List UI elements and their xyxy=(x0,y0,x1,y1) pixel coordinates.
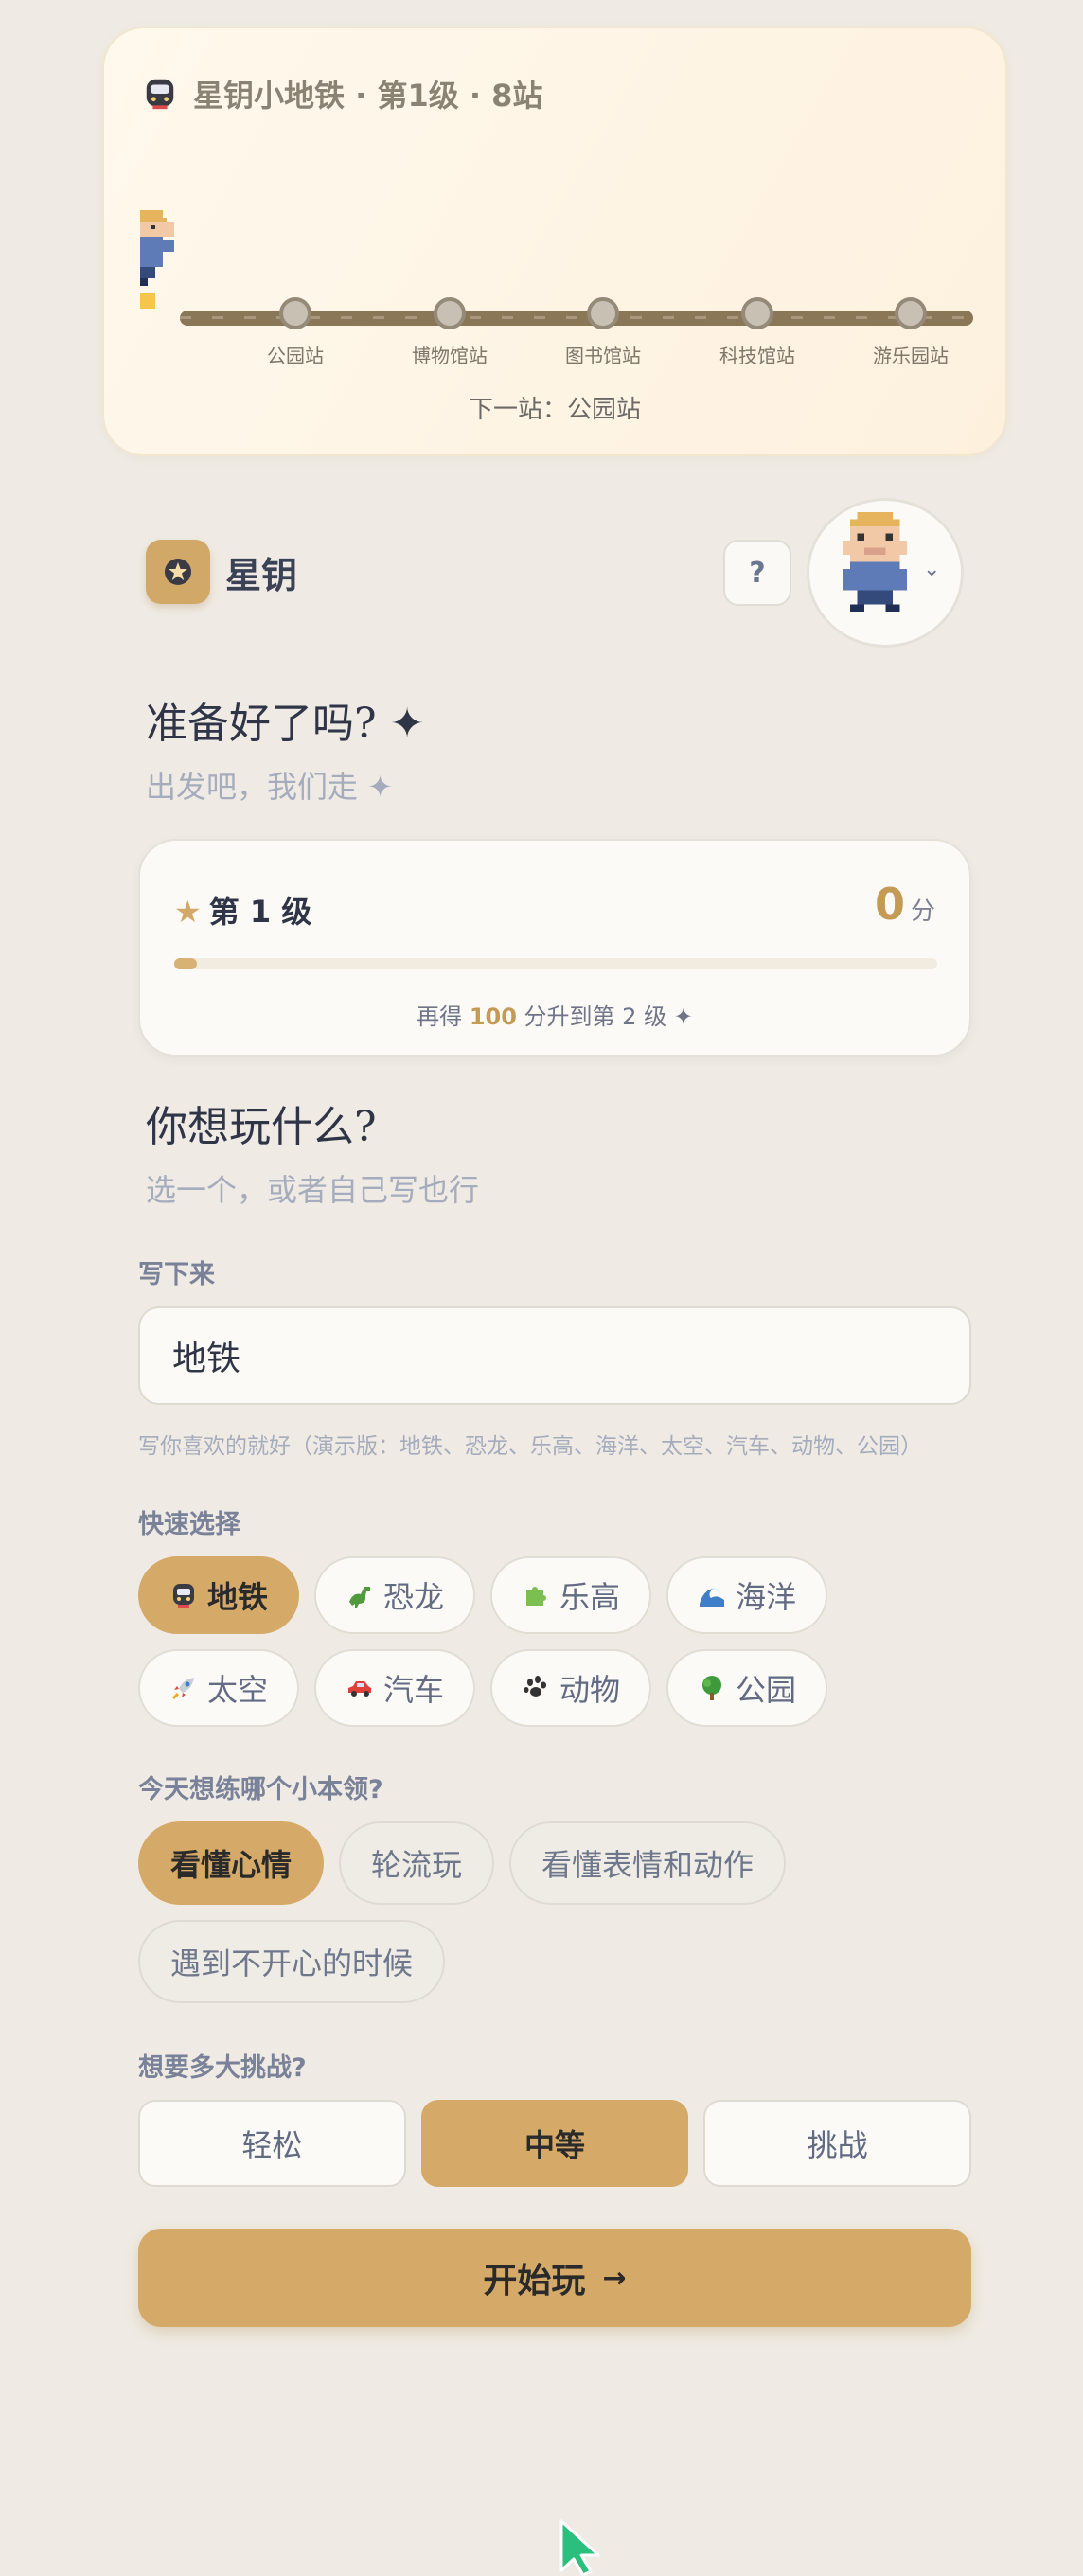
metro-progress-card: 星钥小地铁 · 第1级 · 8站 公园站 博物馆站 图书馆站 科技馆站 游乐园站… xyxy=(102,27,1007,456)
level-progress-bar xyxy=(174,958,937,969)
skills-label: 今天想练哪个小本领? xyxy=(138,1775,383,1804)
level-card: ★ 第 1 级 0分 再得 100 分升到第 2 级 ✦ xyxy=(138,839,971,1057)
puzzle-icon xyxy=(525,1587,546,1606)
topic-input[interactable] xyxy=(138,1306,971,1405)
station-label: 公园站 xyxy=(267,345,324,367)
app-page: 星钥小地铁 · 第1级 · 8站 公园站 博物馆站 图书馆站 科技馆站 游乐园站… xyxy=(0,0,1083,2576)
metro-icon xyxy=(172,1584,194,1608)
chip-label: 地铁 xyxy=(206,1579,268,1615)
paw-icon xyxy=(524,1676,546,1697)
play-subtitle: 选一个，或者自己写也行 xyxy=(146,1172,480,1208)
chip-label: 太空 xyxy=(206,1672,268,1708)
chip-label: 公园 xyxy=(735,1672,796,1708)
skill-take-turns[interactable]: 轮流玩 xyxy=(339,1821,495,1905)
score-value: 0 xyxy=(874,879,905,930)
avatar-menu-button[interactable]: ⌄ xyxy=(807,498,964,648)
difficulty-easy[interactable]: 轻松 xyxy=(138,2100,406,2187)
skill-options: 看懂心情 轮流玩 看懂表情和动作 遇到不开心的时候 xyxy=(138,1821,971,2003)
chip-car[interactable]: 汽车 xyxy=(314,1649,475,1727)
station-label: 游乐园站 xyxy=(873,345,949,367)
station-dot xyxy=(895,297,927,329)
level-text: 第 1 级 xyxy=(208,894,312,930)
station-label: 图书馆站 xyxy=(565,345,641,367)
chip-space[interactable]: 太空 xyxy=(138,1649,299,1727)
hint-prefix: 再得 xyxy=(417,1004,470,1030)
brand-logo xyxy=(146,540,210,604)
hint-suffix: 分升到第 2 级 ✦ xyxy=(516,1004,693,1030)
skill-handle-upset[interactable]: 遇到不开心的时候 xyxy=(138,1920,446,2003)
input-hint: 写你喜欢的就好（演示版：地铁、恐龙、乐高、海洋、太空、汽车、动物、公园） xyxy=(138,1434,922,1459)
arrow-right-icon: → xyxy=(602,2261,627,2295)
station-dot xyxy=(587,297,619,329)
topic-chip-grid: 地铁 恐龙 乐高 海洋 太空 汽车 动物 公园 xyxy=(138,1556,971,1727)
metro-header: 星钥小地铁 · 第1级 · 8站 xyxy=(142,72,542,115)
help-button[interactable]: ? xyxy=(723,540,791,606)
chip-label: 动物 xyxy=(559,1672,620,1708)
score: 0分 xyxy=(875,879,935,930)
rocket-icon xyxy=(171,1678,194,1700)
play-title: 你想玩什么? xyxy=(146,1103,377,1151)
tree-icon xyxy=(701,1676,721,1700)
hint-points: 100 xyxy=(469,1004,517,1030)
metro-icon xyxy=(146,79,174,110)
next-station-text: 下一站：公园站 xyxy=(468,396,641,424)
level-hint: 再得 100 分升到第 2 级 ✦ xyxy=(140,998,969,1031)
quick-select-label: 快速选择 xyxy=(138,1510,240,1539)
station-dot xyxy=(741,297,773,329)
ready-title: 准备好了吗? ✦ xyxy=(146,700,425,748)
difficulty-hard[interactable]: 挑战 xyxy=(703,2100,972,2187)
brand: 星钥 xyxy=(146,540,297,604)
skill-read-expressions[interactable]: 看懂表情和动作 xyxy=(509,1821,787,1905)
metro-track: 公园站 博物馆站 图书馆站 科技馆站 游乐园站 xyxy=(140,180,973,369)
start-label: 开始玩 xyxy=(483,2262,586,2301)
chip-animals[interactable]: 动物 xyxy=(490,1649,651,1727)
chip-dinosaur[interactable]: 恐龙 xyxy=(314,1556,475,1634)
avatar xyxy=(843,512,907,612)
chip-lego[interactable]: 乐高 xyxy=(490,1556,651,1634)
start-button[interactable]: 开始玩 → xyxy=(138,2229,971,2327)
difficulty-options: 轻松 中等 挑战 xyxy=(138,2100,972,2187)
chip-label: 汽车 xyxy=(382,1672,444,1708)
chip-metro[interactable]: 地铁 xyxy=(138,1556,299,1634)
ready-subtitle: 出发吧，我们走 ✦ xyxy=(146,769,393,805)
brand-name: 星钥 xyxy=(225,554,298,596)
chip-park[interactable]: 公园 xyxy=(666,1649,827,1727)
score-unit: 分 xyxy=(910,897,935,926)
difficulty-medium[interactable]: 中等 xyxy=(420,2100,689,2187)
difficulty-label: 想要多大挑战? xyxy=(138,2053,307,2083)
station-dot xyxy=(434,297,466,329)
skill-read-emotions[interactable]: 看懂心情 xyxy=(138,1821,325,1905)
star-key-icon xyxy=(165,559,191,585)
level-label: ★ 第 1 级 xyxy=(174,888,311,932)
write-label: 写下来 xyxy=(138,1260,215,1289)
mouse-cursor-icon xyxy=(559,2519,600,2576)
level-progress-fill xyxy=(174,958,198,969)
station-dot xyxy=(279,297,311,329)
chip-label: 乐高 xyxy=(559,1579,620,1615)
wave-icon xyxy=(699,1588,724,1607)
chip-ocean[interactable]: 海洋 xyxy=(666,1556,827,1634)
metro-title: 星钥小地铁 · 第1级 · 8站 xyxy=(193,78,543,114)
star-icon: ★ xyxy=(174,894,202,930)
kid-character-icon xyxy=(140,210,174,309)
station-label: 科技馆站 xyxy=(719,345,795,367)
car-icon xyxy=(347,1681,371,1697)
station-label: 博物馆站 xyxy=(412,345,488,367)
chip-label: 恐龙 xyxy=(382,1579,444,1615)
chip-label: 海洋 xyxy=(735,1579,796,1615)
dinosaur-icon xyxy=(348,1587,370,1608)
chevron-down-icon: ⌄ xyxy=(923,558,941,581)
